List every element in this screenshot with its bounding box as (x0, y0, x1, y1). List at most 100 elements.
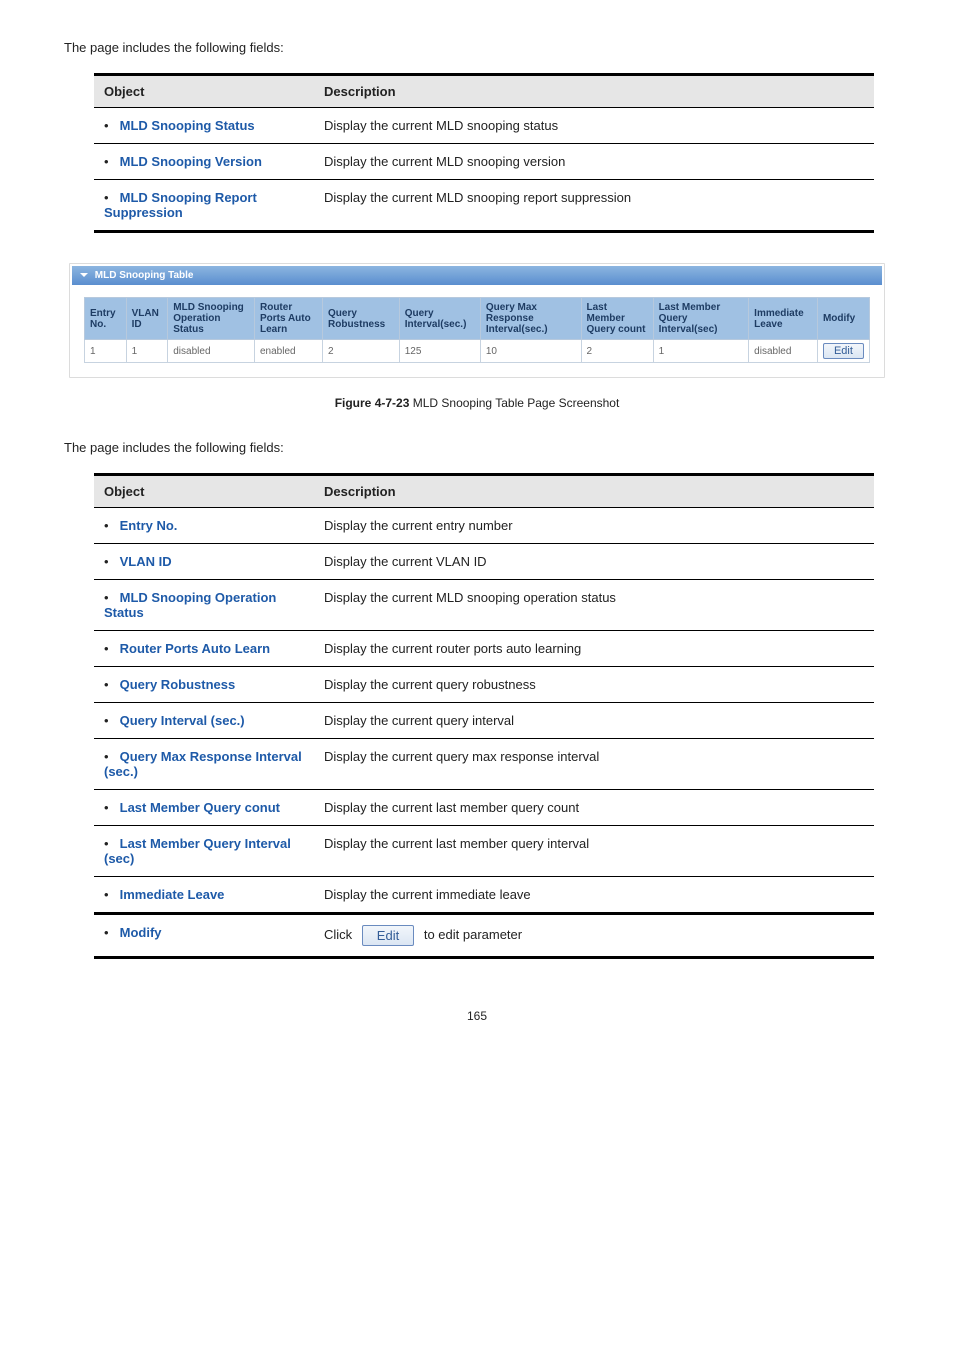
bullet-icon: • (104, 713, 116, 728)
object-label: Immediate Leave (120, 887, 225, 902)
figure-caption: Figure 4-7-23 MLD Snooping Table Page Sc… (64, 396, 890, 410)
object-cell: • MLD Snooping Operation Status (94, 580, 314, 631)
data-cell: enabled (254, 340, 322, 363)
description-cell: Display the current query interval (314, 703, 874, 739)
screenshot-panel: MLD Snooping Table Entry No.VLAN IDMLD S… (69, 263, 885, 378)
object-label: Router Ports Auto Learn (120, 641, 270, 656)
description-cell: Display the current entry number (314, 508, 874, 544)
data-cell: 1 (85, 340, 127, 363)
object-label: Query Robustness (120, 677, 236, 692)
data-col-header: Immediate Leave (749, 298, 818, 340)
data-col-header: Modify (817, 298, 869, 340)
bullet-icon: • (104, 190, 116, 205)
panel-title: MLD Snooping Table (95, 270, 194, 281)
object-label: MLD Snooping Version (120, 154, 262, 169)
data-cell: disabled (749, 340, 818, 363)
data-col-header: Last Member Query Interval(sec) (653, 298, 749, 340)
description-cell: Display the current MLD snooping version (314, 144, 874, 180)
object-cell: • MLD Snooping Report Suppression (94, 180, 314, 232)
object-cell: • MLD Snooping Version (94, 144, 314, 180)
description-cell: Display the current MLD snooping status (314, 108, 874, 144)
description-cell: Display the current last member query in… (314, 826, 874, 877)
object-cell: • VLAN ID (94, 544, 314, 580)
modify-desc-post: to edit parameter (424, 927, 522, 942)
object-cell: • Query Max Response Interval (sec.) (94, 739, 314, 790)
edit-button[interactable]: Edit (362, 925, 414, 946)
description-cell: Display the current MLD snooping operati… (314, 580, 874, 631)
object-label: Entry No. (120, 518, 178, 533)
object-cell: • Last Member Query conut (94, 790, 314, 826)
data-col-header: Router Ports Auto Learn (254, 298, 322, 340)
data-col-header: VLAN ID (126, 298, 168, 340)
bullet-icon: • (104, 677, 116, 692)
description-cell: Display the current router ports auto le… (314, 631, 874, 667)
bullet-icon: • (104, 749, 116, 764)
object-label: VLAN ID (120, 554, 172, 569)
col-object: Object (94, 475, 314, 508)
object-cell: • Query Robustness (94, 667, 314, 703)
bullet-icon: • (104, 154, 116, 169)
bullet-icon: • (104, 925, 116, 940)
object-cell: • Modify (94, 914, 314, 958)
data-col-header: Last Member Query count (581, 298, 653, 340)
edit-button[interactable]: Edit (823, 343, 864, 359)
object-label: Modify (120, 925, 162, 940)
description-cell: Display the current query robustness (314, 667, 874, 703)
col-description: Description (314, 475, 874, 508)
bullet-icon: • (104, 590, 116, 605)
bullet-icon: • (104, 836, 116, 851)
col-description: Description (314, 75, 874, 108)
caption-figure-num: Figure 4-7-23 (335, 396, 410, 410)
intro-text-2: The page includes the following fields: (64, 440, 890, 455)
description-cell: Display the current MLD snooping report … (314, 180, 874, 232)
bullet-icon: • (104, 800, 116, 815)
data-cell: 1 (126, 340, 168, 363)
data-cell: 125 (399, 340, 480, 363)
bullet-icon: • (104, 887, 116, 902)
description-cell: Display the current immediate leave (314, 877, 874, 914)
object-cell: • Entry No. (94, 508, 314, 544)
description-cell: Display the current query max response i… (314, 739, 874, 790)
caret-down-icon (80, 273, 88, 277)
object-label: MLD Snooping Status (120, 118, 255, 133)
data-col-header: MLD Snooping Operation Status (168, 298, 255, 340)
description-cell: Display the current last member query co… (314, 790, 874, 826)
data-col-header: Query Robustness (323, 298, 400, 340)
col-object: Object (94, 75, 314, 108)
data-cell: 1 (653, 340, 749, 363)
object-label: MLD Snooping Operation Status (104, 590, 276, 620)
object-cell: • MLD Snooping Status (94, 108, 314, 144)
object-label: Last Member Query conut (120, 800, 280, 815)
bullet-icon: • (104, 554, 116, 569)
data-col-header: Query Max Response Interval(sec.) (480, 298, 581, 340)
object-cell: • Router Ports Auto Learn (94, 631, 314, 667)
data-cell: 2 (581, 340, 653, 363)
object-cell: • Immediate Leave (94, 877, 314, 914)
fields-table-1: Object Description • MLD Snooping Status… (94, 73, 874, 233)
modify-desc-pre: Click (324, 927, 352, 942)
object-cell: • Last Member Query Interval (sec) (94, 826, 314, 877)
data-col-header: Query Interval(sec.) (399, 298, 480, 340)
panel-body: Entry No.VLAN IDMLD Snooping Operation S… (72, 285, 882, 375)
bullet-icon: • (104, 641, 116, 656)
data-col-header: Entry No. (85, 298, 127, 340)
object-label: Query Interval (sec.) (120, 713, 245, 728)
object-label: Query Max Response Interval (sec.) (104, 749, 302, 779)
data-cell: 10 (480, 340, 581, 363)
fields-table-2: Object Description • Entry No.Display th… (94, 473, 874, 959)
data-cell: disabled (168, 340, 255, 363)
modify-cell: Edit (817, 340, 869, 363)
object-label: Last Member Query Interval (sec) (104, 836, 291, 866)
object-cell: • Query Interval (sec.) (94, 703, 314, 739)
data-cell: 2 (323, 340, 400, 363)
caption-text: MLD Snooping Table Page Screenshot (409, 396, 619, 410)
mld-snooping-data-table: Entry No.VLAN IDMLD Snooping Operation S… (84, 297, 870, 363)
bullet-icon: • (104, 118, 116, 133)
object-label: MLD Snooping Report Suppression (104, 190, 257, 220)
panel-titlebar[interactable]: MLD Snooping Table (72, 266, 882, 285)
description-cell: Click Edit to edit parameter (314, 914, 874, 958)
page-number: 165 (64, 1009, 890, 1023)
description-cell: Display the current VLAN ID (314, 544, 874, 580)
bullet-icon: • (104, 518, 116, 533)
intro-text-1: The page includes the following fields: (64, 40, 890, 55)
